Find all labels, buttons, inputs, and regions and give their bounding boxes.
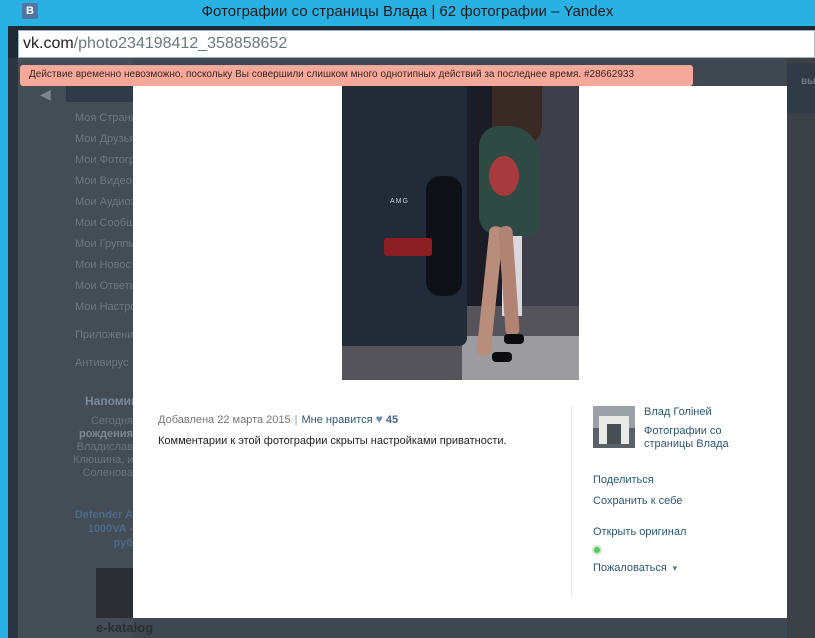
error-text: Действие временно невозможно, поскольку …: [29, 69, 635, 80]
window-left-edge: [0, 26, 8, 638]
side-strip: [8, 58, 18, 638]
reminder-title: Напоминание: [85, 394, 133, 408]
divider: [571, 406, 572, 596]
window-titlebar: B Фотографии со страницы Влада | 62 фото…: [0, 0, 815, 26]
sidebar-item-friends[interactable]: Мои Друзья: [75, 133, 133, 145]
photo-image[interactable]: AMG: [342, 86, 579, 380]
share-link[interactable]: Поделиться: [593, 474, 654, 486]
ad-brand[interactable]: e-katalog: [96, 620, 153, 635]
reminder-line: Владислав: [76, 441, 133, 453]
sidebar-item-antivirus[interactable]: Антивирус: [75, 357, 133, 369]
save-link[interactable]: Сохранить к себе: [593, 495, 682, 507]
background-right: [787, 58, 815, 638]
background-right-label: вы: [801, 76, 815, 87]
ad-image[interactable]: [96, 568, 133, 618]
reminder-box: Напоминание Сегодня рождения Владислав К…: [66, 386, 133, 482]
background-left-column: [18, 58, 133, 638]
caret-down-icon: ▼: [670, 564, 679, 573]
reminder-line: Сегодня: [90, 415, 133, 427]
sidebar-item-profile[interactable]: Моя Страница: [75, 112, 133, 124]
back-arrow-icon[interactable]: ◀: [40, 86, 51, 103]
reminder-line: Соленова: [82, 467, 133, 479]
open-original-link[interactable]: Открыть оригинал: [593, 526, 686, 538]
sidebar-item-audio[interactable]: Мои Аудиозаписи: [75, 196, 133, 208]
status-dot-icon: [592, 545, 602, 555]
window-title: Фотографии со страницы Влада | 62 фотогр…: [201, 3, 614, 20]
sidebar-item-news[interactable]: Мои Новости: [75, 259, 133, 271]
heart-icon: ♥: [375, 412, 383, 426]
reminder-line: Клюшина, и: [73, 454, 133, 466]
like-button[interactable]: Мне нравится ♥ 45: [302, 412, 399, 426]
sidebar-item-settings[interactable]: Мои Настройки: [75, 301, 133, 313]
ad-title[interactable]: Defender A 1000VA - руб: [70, 508, 133, 550]
report-link[interactable]: Пожаловаться ▼: [593, 562, 679, 574]
photo-date: Добавлена 22 марта 2015: [158, 414, 291, 426]
sidebar-item-groups[interactable]: Мои Группы: [75, 238, 133, 250]
reminder-line: рождения: [78, 428, 133, 440]
owner-name-link[interactable]: Влад Голіней: [644, 406, 712, 418]
sidebar-item-photos[interactable]: Мои Фотографии: [75, 154, 133, 166]
address-text[interactable]: vk.com/photo234198412_358858652: [23, 35, 287, 53]
photo-meta: Добавлена 22 марта 2015 | Мне нравится ♥ 4…: [158, 412, 399, 426]
sidebar-item-messages[interactable]: Мои Сообщения: [75, 217, 133, 229]
album-link[interactable]: Фотографии со страницы Влада: [644, 425, 754, 451]
address-bar[interactable]: vk.com/photo234198412_358858652: [18, 30, 815, 58]
sidebar-item-videos[interactable]: Мои Видеозаписи: [75, 175, 133, 187]
photo-viewer: AMG Добавлена 22 марта 2015 | Мне нравится…: [133, 86, 787, 618]
error-notification: Действие временно невозможно, поскольку …: [20, 65, 693, 86]
like-count: 45: [385, 414, 399, 426]
sidebar-item-apps[interactable]: Приложения: [75, 329, 133, 341]
sidebar-item-answers[interactable]: Мои Ответы: [75, 280, 133, 292]
comments-hidden-notice: Комментарии к этой фотографии скрыты нас…: [158, 435, 507, 447]
owner-avatar[interactable]: [593, 406, 635, 448]
background-right-header: [787, 63, 815, 113]
